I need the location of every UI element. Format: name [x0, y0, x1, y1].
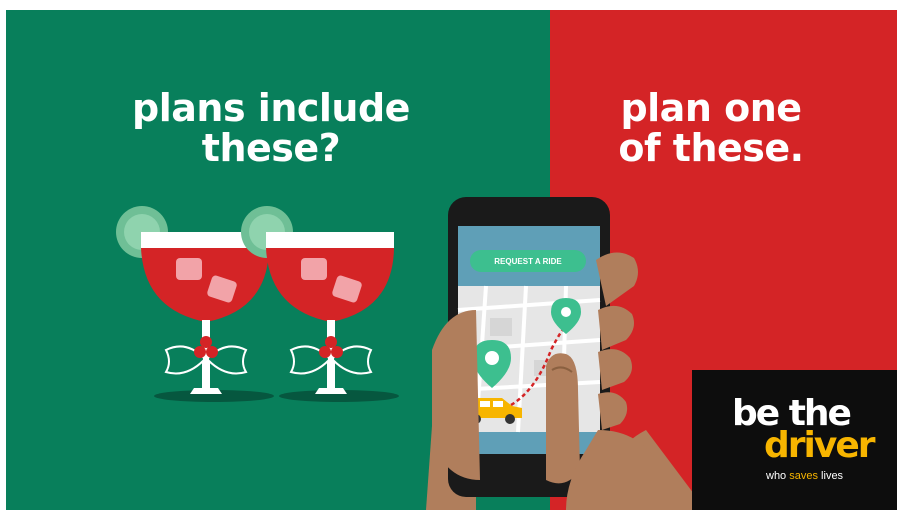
badge-tag-suffix: lives: [818, 470, 844, 482]
badge-tagline: who saves lives: [766, 470, 843, 482]
stage: plans include these? plan one of these.: [6, 10, 897, 510]
request-ride-label: REQUEST A RIDE: [494, 257, 562, 266]
badge-word-driver: driver: [764, 425, 875, 466]
cocktail-glass-icon: [241, 206, 399, 402]
be-the-driver-badge: be the driver who saves lives: [692, 370, 897, 510]
badge-tag-prefix: who: [766, 470, 790, 482]
map: [457, 285, 601, 433]
badge-tag-highlight: saves: [789, 470, 818, 482]
